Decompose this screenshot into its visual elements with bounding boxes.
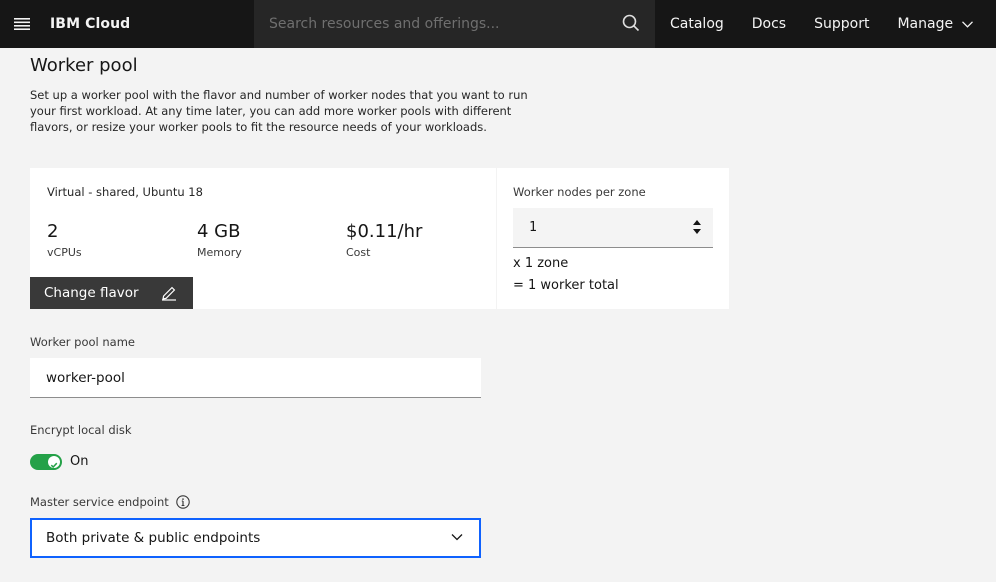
stat-value: 4 GB — [197, 221, 241, 242]
worker-total: = 1 worker total — [513, 278, 619, 293]
nav-links: Catalog Docs Support Manage — [655, 0, 987, 48]
worker-nodes-card: Worker nodes per zone 1 x 1 zone = 1 wor… — [497, 168, 729, 309]
encrypt-toggle[interactable] — [30, 454, 62, 470]
flavor-card: Virtual - shared, Ubuntu 18 2 vCPUs 4 GB… — [30, 168, 496, 309]
stat-memory: 4 GB Memory — [197, 221, 242, 259]
nav-manage-label: Manage — [897, 16, 954, 32]
change-flavor-label: Change flavor — [44, 285, 139, 301]
stat-vcpus: 2 vCPUs — [47, 221, 82, 259]
stat-value: 2 — [47, 221, 59, 242]
stat-label: vCPUs — [47, 246, 82, 259]
worker-nodes-label: Worker nodes per zone — [513, 185, 646, 199]
info-icon[interactable] — [176, 495, 190, 509]
nav-docs[interactable]: Docs — [738, 0, 800, 48]
endpoint-select[interactable]: Both private & public endpoints — [30, 518, 481, 558]
chevron-down-icon — [962, 20, 974, 28]
pool-name-label: Worker pool name — [30, 335, 136, 349]
stat-label: Cost — [346, 246, 371, 259]
encrypt-state: On — [70, 454, 89, 469]
worker-nodes-stepper[interactable]: 1 — [513, 208, 713, 248]
zone-count: x 1 zone — [513, 256, 569, 271]
search-icon[interactable] — [622, 14, 640, 32]
nav-catalog[interactable]: Catalog — [655, 0, 738, 48]
change-flavor-button[interactable]: Change flavor — [30, 277, 193, 309]
pencil-icon — [162, 286, 176, 301]
brand-logo[interactable]: IBM Cloud — [50, 16, 254, 32]
page-description: Set up a worker pool with the flavor and… — [30, 88, 528, 134]
checkmark-icon — [50, 462, 58, 469]
stat-label: Memory — [197, 246, 242, 259]
stat-cost: $0.11/hr Cost — [346, 221, 422, 259]
page-title: Worker pool — [30, 55, 138, 76]
endpoint-value: Both private & public endpoints — [46, 530, 261, 546]
menu-icon — [14, 18, 30, 30]
nav-manage[interactable]: Manage — [883, 0, 987, 48]
menu-button[interactable] — [0, 0, 44, 48]
chevron-down-icon — [451, 534, 463, 541]
pool-name-input[interactable] — [30, 358, 481, 398]
worker-nodes-value: 1 — [529, 220, 537, 235]
toggle-knob — [48, 456, 60, 469]
encrypt-label: Encrypt local disk — [30, 423, 132, 437]
caret-up-down-icon[interactable] — [693, 220, 701, 234]
search-input[interactable] — [269, 16, 609, 32]
endpoint-label: Master service endpoint — [30, 495, 169, 509]
stat-value: $0.11/hr — [346, 221, 423, 242]
search-bar — [254, 0, 655, 48]
nav-support[interactable]: Support — [800, 0, 883, 48]
flavor-name: Virtual - shared, Ubuntu 18 — [47, 185, 203, 199]
